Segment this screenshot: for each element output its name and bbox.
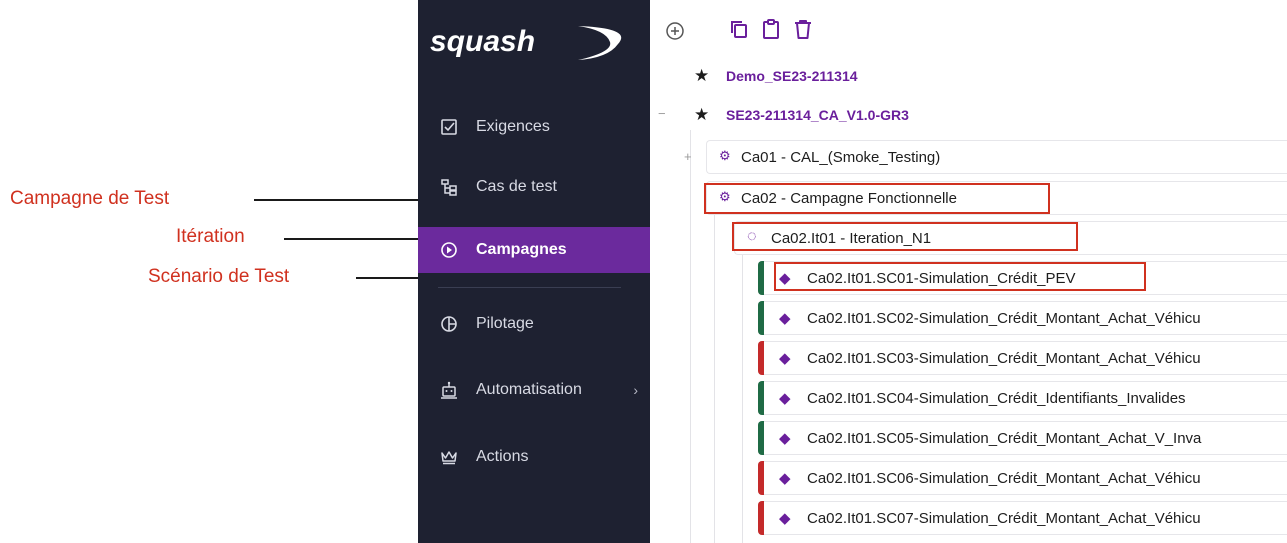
suite-label: Ca02.It01.SC07-Simulation_Crédit_Montant… <box>807 510 1201 527</box>
suite-label: Ca02.It01.SC03-Simulation_Crédit_Montant… <box>807 350 1201 367</box>
tree-suite-row[interactable]: ◆ Ca02.It01.SC04-Simulation_Crédit_Ident… <box>758 381 1287 415</box>
nav-actions-label: Actions <box>476 448 529 465</box>
tag-icon: ◆ <box>779 390 791 407</box>
status-indicator <box>758 501 764 535</box>
status-indicator <box>758 381 764 415</box>
tree-icon <box>438 176 460 198</box>
tree-suite-row[interactable]: ◆ Ca02.It01.SC06-Simulation_Crédit_Monta… <box>758 461 1287 495</box>
tree-suite-row[interactable]: ◆ Ca02.It01.SC03-Simulation_Crédit_Monta… <box>758 341 1287 375</box>
tag-icon: ◆ <box>779 470 791 487</box>
tag-icon: ◆ <box>779 430 791 447</box>
add-icon[interactable] <box>664 20 686 42</box>
tree-guide-line <box>690 130 691 543</box>
nav-campagnes[interactable]: Campagnes <box>418 227 650 273</box>
nav-actions[interactable]: Actions <box>418 434 650 480</box>
sidebar: squash Exigences Cas de test Campagnes P… <box>418 0 650 543</box>
expand-icon[interactable]: + <box>684 149 692 164</box>
crown-icon <box>438 446 460 468</box>
tree-project-demo[interactable]: Demo_SE23-211314 <box>726 68 858 84</box>
paste-icon[interactable] <box>760 18 782 40</box>
nav-automatisation[interactable]: Automatisation › <box>418 367 650 413</box>
tree-suite-row[interactable]: ◆ Ca02.It01.SC07-Simulation_Crédit_Monta… <box>758 501 1287 535</box>
nav-divider <box>438 287 621 288</box>
star-icon: ★ <box>694 66 710 85</box>
tag-icon: ◆ <box>779 510 791 527</box>
tag-icon: ◆ <box>779 310 791 327</box>
play-circle-icon <box>438 239 460 261</box>
tree-campaign-ca01[interactable]: ⚙ Ca01 - CAL_(Smoke_Testing) <box>706 140 1287 174</box>
annotation-campagne-box <box>704 183 1050 214</box>
nav-pilotage-label: Pilotage <box>476 315 534 332</box>
status-indicator <box>758 421 764 455</box>
tree-suite-row[interactable]: ◆ Ca02.It01.SC02-Simulation_Crédit_Monta… <box>758 301 1287 335</box>
copy-icon[interactable] <box>728 18 750 40</box>
chevron-right-icon: › <box>633 382 638 398</box>
suite-label: Ca02.It01.SC02-Simulation_Crédit_Montant… <box>807 310 1201 327</box>
campaign-label: Ca01 - CAL_(Smoke_Testing) <box>741 149 941 166</box>
squash-logo[interactable]: squash <box>428 18 628 64</box>
suite-label: Ca02.It01.SC04-Simulation_Crédit_Identif… <box>807 390 1186 407</box>
nav-cas-de-test-label: Cas de test <box>476 178 557 195</box>
star-icon: ★ <box>694 105 710 124</box>
pie-chart-icon <box>438 313 460 335</box>
annotation-scenario-label: Scénario de Test <box>148 266 290 287</box>
nav-exigences-label: Exigences <box>476 118 550 135</box>
tree-guide-line <box>742 255 743 543</box>
nav-automatisation-label: Automatisation <box>476 381 582 398</box>
status-indicator <box>758 301 764 335</box>
nav-cas-de-test[interactable]: Cas de test <box>418 164 650 210</box>
robot-icon <box>438 379 460 401</box>
status-indicator <box>758 341 764 375</box>
collapse-icon[interactable]: − <box>658 106 666 121</box>
annotation-iteration-box <box>732 222 1078 251</box>
delete-icon[interactable] <box>792 18 814 40</box>
tag-icon: ◆ <box>779 350 791 367</box>
annotation-campagne-label: Campagne de Test <box>10 188 170 209</box>
nav-exigences[interactable]: Exigences <box>418 104 650 150</box>
tree-project-se23[interactable]: SE23-211314_CA_V1.0-GR3 <box>726 107 909 123</box>
campaign-icon: ⚙ <box>719 148 731 163</box>
nav-campagnes-label: Campagnes <box>476 241 567 258</box>
suite-label: Ca02.It01.SC05-Simulation_Crédit_Montant… <box>807 430 1202 447</box>
tree-suite-row[interactable]: ◆ Ca02.It01.SC05-Simulation_Crédit_Monta… <box>758 421 1287 455</box>
annotation-iteration-label: Itération <box>176 226 245 247</box>
tree-guide-line <box>714 215 715 543</box>
status-indicator <box>758 261 764 295</box>
suite-label: Ca02.It01.SC06-Simulation_Crédit_Montant… <box>807 470 1201 487</box>
checkbox-icon <box>438 116 460 138</box>
status-indicator <box>758 461 764 495</box>
svg-text:squash: squash <box>430 25 535 58</box>
nav-pilotage[interactable]: Pilotage <box>418 301 650 347</box>
annotation-scenario-box <box>774 262 1146 291</box>
